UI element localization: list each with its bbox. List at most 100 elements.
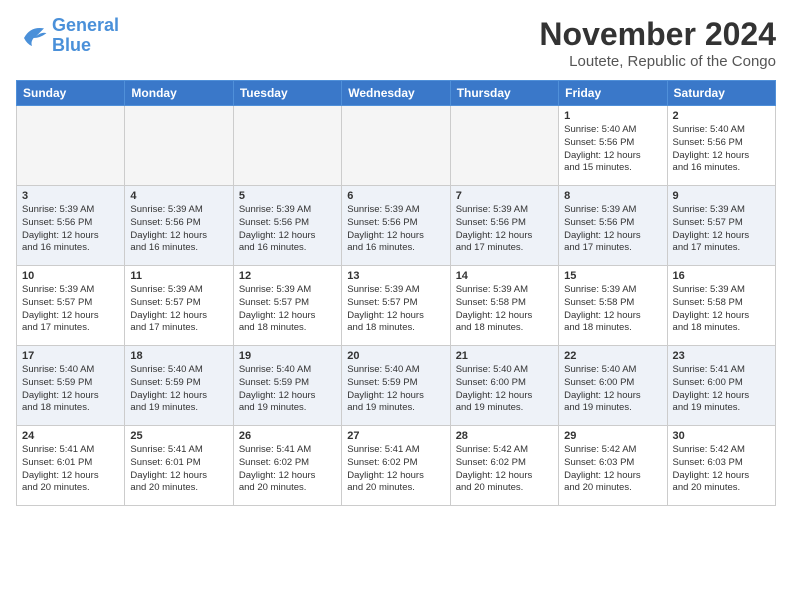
day-info: Sunrise: 5:42 AMSunset: 6:03 PMDaylight:… (564, 444, 661, 495)
day-info: Sunrise: 5:42 AMSunset: 6:03 PMDaylight:… (673, 444, 770, 495)
day-info: Sunrise: 5:39 AMSunset: 5:58 PMDaylight:… (564, 284, 661, 335)
day-number: 3 (22, 190, 119, 202)
logo-line2: Blue (52, 35, 91, 55)
location-title: Loutete, Republic of the Congo (539, 53, 776, 70)
calendar-cell: 11 Sunrise: 5:39 AMSunset: 5:57 PMDayligh… (125, 266, 233, 346)
day-number: 9 (673, 190, 770, 202)
calendar-cell: 25Sunrise: 5:41 AMSunset: 6:01 PMDayligh… (125, 426, 233, 506)
day-number: 6 (347, 190, 444, 202)
calendar-cell: 4 Sunrise: 5:39 AMSunset: 5:56 PMDaylight… (125, 186, 233, 266)
month-title: November 2024 (539, 16, 776, 53)
day-info: Sunrise: 5:39 AMSunset: 5:56 PMDaylight:… (564, 204, 661, 255)
day-info: Sunrise: 5:40 AMSunset: 5:56 PMDaylight:… (673, 124, 770, 175)
day-number: 2 (673, 110, 770, 122)
weekday-friday: Friday (559, 81, 667, 106)
day-number: 5 (239, 190, 336, 202)
logo-line1: General (52, 15, 119, 35)
calendar-cell: 14 Sunrise: 5:39 AMSunset: 5:58 PMDayligh… (450, 266, 558, 346)
day-info: Sunrise: 5:41 AMSunset: 6:02 PMDaylight:… (239, 444, 336, 495)
weekday-thursday: Thursday (450, 81, 558, 106)
day-info: Sunrise: 5:41 AMSunset: 6:00 PMDaylight:… (673, 364, 770, 415)
calendar-cell: 19Sunrise: 5:40 AMSunset: 5:59 PMDayligh… (233, 346, 341, 426)
week-row-1: 1 Sunrise: 5:40 AMSunset: 5:56 PMDaylight… (17, 106, 776, 186)
day-info: Sunrise: 5:39 AMSunset: 5:57 PMDaylight:… (239, 284, 336, 335)
day-info: Sunrise: 5:39 AMSunset: 5:57 PMDaylight:… (22, 284, 119, 335)
calendar-cell: 24Sunrise: 5:41 AMSunset: 6:01 PMDayligh… (17, 426, 125, 506)
day-info: Sunrise: 5:39 AMSunset: 5:56 PMDaylight:… (347, 204, 444, 255)
day-info: Sunrise: 5:39 AMSunset: 5:57 PMDaylight:… (347, 284, 444, 335)
day-number: 16 (673, 270, 770, 282)
calendar-cell (125, 106, 233, 186)
calendar-cell: 9 Sunrise: 5:39 AMSunset: 5:57 PMDaylight… (667, 186, 775, 266)
day-number: 8 (564, 190, 661, 202)
weekday-wednesday: Wednesday (342, 81, 450, 106)
day-number: 11 (130, 270, 227, 282)
calendar-cell: 17 Sunrise: 5:40 AMSunset: 5:59 PMDayligh… (17, 346, 125, 426)
day-info: Sunrise: 5:39 AMSunset: 5:56 PMDaylight:… (239, 204, 336, 255)
calendar-cell: 1 Sunrise: 5:40 AMSunset: 5:56 PMDaylight… (559, 106, 667, 186)
day-number: 28 (456, 430, 553, 442)
day-info: Sunrise: 5:41 AMSunset: 6:01 PMDaylight:… (130, 444, 227, 495)
day-info: Sunrise: 5:41 AMSunset: 6:01 PMDaylight:… (22, 444, 119, 495)
week-row-4: 17 Sunrise: 5:40 AMSunset: 5:59 PMDayligh… (17, 346, 776, 426)
day-number: 17 (22, 350, 119, 362)
calendar-cell (233, 106, 341, 186)
day-number: 27 (347, 430, 444, 442)
calendar-cell: 28 Sunrise: 5:42 AMSunset: 6:02 PMDayligh… (450, 426, 558, 506)
day-info: Sunrise: 5:39 AMSunset: 5:56 PMDaylight:… (456, 204, 553, 255)
calendar-cell: 18 Sunrise: 5:40 AMSunset: 5:59 PMDayligh… (125, 346, 233, 426)
day-number: 7 (456, 190, 553, 202)
calendar-cell: 2 Sunrise: 5:40 AMSunset: 5:56 PMDaylight… (667, 106, 775, 186)
calendar-cell: 8 Sunrise: 5:39 AMSunset: 5:56 PMDaylight… (559, 186, 667, 266)
day-number: 20 (347, 350, 444, 362)
day-info: Sunrise: 5:39 AMSunset: 5:56 PMDaylight:… (130, 204, 227, 255)
day-info: Sunrise: 5:40 AMSunset: 6:00 PMDaylight:… (564, 364, 661, 415)
day-number: 29 (564, 430, 661, 442)
day-number: 15 (564, 270, 661, 282)
day-info: Sunrise: 5:39 AMSunset: 5:58 PMDaylight:… (456, 284, 553, 335)
day-number: 14 (456, 270, 553, 282)
day-number: 12 (239, 270, 336, 282)
calendar-cell: 5 Sunrise: 5:39 AMSunset: 5:56 PMDaylight… (233, 186, 341, 266)
calendar-cell: 7 Sunrise: 5:39 AMSunset: 5:56 PMDaylight… (450, 186, 558, 266)
day-info: Sunrise: 5:40 AMSunset: 5:56 PMDaylight:… (564, 124, 661, 175)
day-info: Sunrise: 5:40 AMSunset: 5:59 PMDaylight:… (347, 364, 444, 415)
day-info: Sunrise: 5:40 AMSunset: 5:59 PMDaylight:… (130, 364, 227, 415)
weekday-sunday: Sunday (17, 81, 125, 106)
title-area: November 2024 Loutete, Republic of the C… (539, 16, 776, 70)
day-number: 1 (564, 110, 661, 122)
calendar: SundayMondayTuesdayWednesdayThursdayFrid… (16, 80, 776, 506)
logo: General Blue (16, 16, 119, 56)
calendar-cell: 26 Sunrise: 5:41 AMSunset: 6:02 PMDayligh… (233, 426, 341, 506)
day-number: 21 (456, 350, 553, 362)
day-info: Sunrise: 5:39 AMSunset: 5:57 PMDaylight:… (673, 204, 770, 255)
day-info: Sunrise: 5:39 AMSunset: 5:58 PMDaylight:… (673, 284, 770, 335)
day-number: 30 (673, 430, 770, 442)
calendar-cell: 20 Sunrise: 5:40 AMSunset: 5:59 PMDayligh… (342, 346, 450, 426)
calendar-cell: 12 Sunrise: 5:39 AMSunset: 5:57 PMDayligh… (233, 266, 341, 346)
day-info: Sunrise: 5:42 AMSunset: 6:02 PMDaylight:… (456, 444, 553, 495)
calendar-cell (342, 106, 450, 186)
day-info: Sunrise: 5:39 AMSunset: 5:57 PMDaylight:… (130, 284, 227, 335)
week-row-5: 24Sunrise: 5:41 AMSunset: 6:01 PMDayligh… (17, 426, 776, 506)
day-number: 4 (130, 190, 227, 202)
header: General Blue November 2024 Loutete, Repu… (16, 16, 776, 70)
calendar-cell (450, 106, 558, 186)
weekday-tuesday: Tuesday (233, 81, 341, 106)
day-number: 26 (239, 430, 336, 442)
calendar-cell: 13 Sunrise: 5:39 AMSunset: 5:57 PMDayligh… (342, 266, 450, 346)
day-number: 18 (130, 350, 227, 362)
day-number: 19 (239, 350, 336, 362)
day-info: Sunrise: 5:39 AMSunset: 5:56 PMDaylight:… (22, 204, 119, 255)
day-info: Sunrise: 5:41 AMSunset: 6:02 PMDaylight:… (347, 444, 444, 495)
calendar-cell: 10Sunrise: 5:39 AMSunset: 5:57 PMDayligh… (17, 266, 125, 346)
calendar-cell: 23Sunrise: 5:41 AMSunset: 6:00 PMDayligh… (667, 346, 775, 426)
weekday-saturday: Saturday (667, 81, 775, 106)
day-info: Sunrise: 5:40 AMSunset: 5:59 PMDaylight:… (22, 364, 119, 415)
day-number: 13 (347, 270, 444, 282)
calendar-cell: 30 Sunrise: 5:42 AMSunset: 6:03 PMDayligh… (667, 426, 775, 506)
calendar-cell (17, 106, 125, 186)
calendar-cell: 6 Sunrise: 5:39 AMSunset: 5:56 PMDaylight… (342, 186, 450, 266)
calendar-cell: 22Sunrise: 5:40 AMSunset: 6:00 PMDayligh… (559, 346, 667, 426)
calendar-cell: 29 Sunrise: 5:42 AMSunset: 6:03 PMDayligh… (559, 426, 667, 506)
